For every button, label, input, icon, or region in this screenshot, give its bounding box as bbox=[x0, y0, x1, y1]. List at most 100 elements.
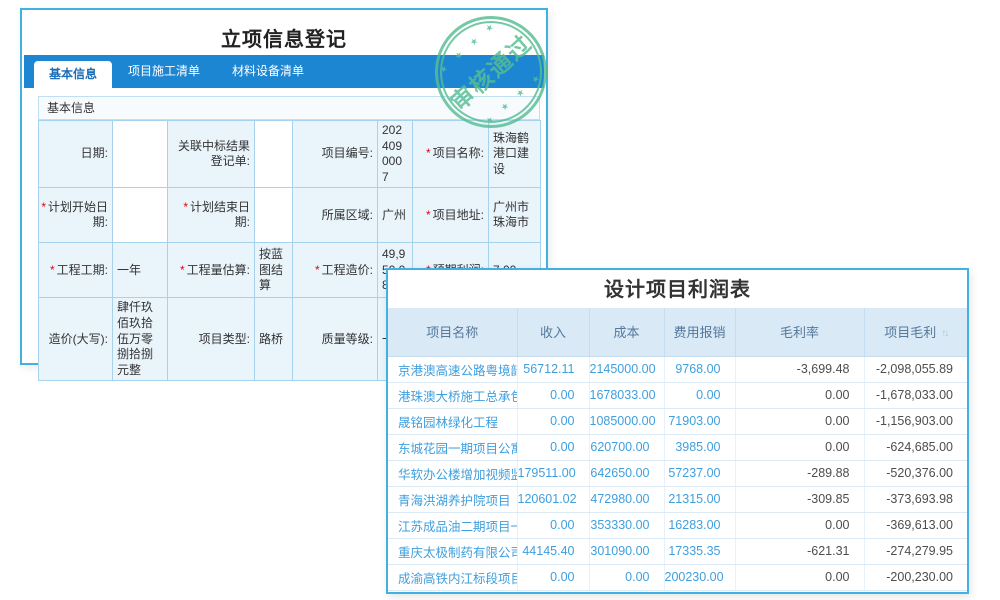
income-cell[interactable]: 0.00 bbox=[517, 382, 589, 408]
project-name-link[interactable]: 华软办公楼增加视频监控项 bbox=[388, 460, 517, 486]
table-row: 晟铭园林绿化工程 0.00 1085000.00 71903.00 0.00 -… bbox=[388, 408, 967, 434]
required-marker: * bbox=[315, 263, 320, 277]
table-row: 港珠澳大桥施工总承包项目 0.00 1678033.00 0.00 0.00 -… bbox=[388, 382, 967, 408]
project-number-value[interactable]: 2024090007 bbox=[378, 121, 413, 188]
table-row: 重庆太极制药有限公司亳州 44145.40 301090.00 17335.35… bbox=[388, 538, 967, 564]
project-name-link[interactable]: 重庆太极制药有限公司亳州 bbox=[388, 538, 517, 564]
margin-cell: -309.85 bbox=[735, 486, 864, 512]
cost-cell[interactable]: 301090.00 bbox=[589, 538, 664, 564]
profit-table-window: 设计项目利润表 项目名称 收入 成本 费用报销 毛利率 项目毛利↑↓ 京港澳高速… bbox=[386, 268, 969, 594]
project-name-link[interactable]: 港珠澳大桥施工总承包项目 bbox=[388, 382, 517, 408]
required-marker: * bbox=[426, 146, 431, 160]
column-header-cost: 成本 bbox=[589, 308, 664, 356]
cost-cell[interactable]: 353330.00 bbox=[589, 512, 664, 538]
registration-tabbar: 基本信息 项目施工清单 材料设备清单 bbox=[24, 55, 544, 88]
expense-cell[interactable]: 200230.00 bbox=[664, 564, 735, 590]
cost-cell[interactable]: 620700.00 bbox=[589, 434, 664, 460]
margin-cell: -3,699.48 bbox=[735, 356, 864, 382]
project-name-link[interactable]: 晟铭园林绿化工程 bbox=[388, 408, 517, 434]
table-row: 江苏成品油二期项目一标段 0.00 353330.00 16283.00 0.0… bbox=[388, 512, 967, 538]
project-name-link[interactable]: 江苏成品油二期项目一标段 bbox=[388, 512, 517, 538]
field-label-quality-grade: 质量等级: bbox=[293, 298, 378, 381]
field-label-linked-bid-result: 关联中标结果登记单: bbox=[168, 121, 255, 188]
expense-cell[interactable]: 21315.00 bbox=[664, 486, 735, 512]
tab-materials-equipment-list[interactable]: 材料设备清单 bbox=[216, 55, 320, 88]
expense-cell[interactable]: 16283.00 bbox=[664, 512, 735, 538]
column-header-project-name: 项目名称 bbox=[388, 308, 517, 356]
project-name-link[interactable]: 东城花园一期项目公寓大堂 bbox=[388, 434, 517, 460]
cost-in-words-value[interactable]: 肆仟玖佰玖拾伍万零捌拾捌元整 bbox=[113, 298, 168, 381]
cost-cell[interactable]: 1085000.00 bbox=[589, 408, 664, 434]
field-label-project-address: *项目地址: bbox=[413, 188, 489, 243]
gross-profit-cell: -1,156,903.00 bbox=[864, 408, 967, 434]
project-name-link[interactable]: 成渝高铁内江标段项目 bbox=[388, 564, 517, 590]
registration-window-title: 立项信息登记 bbox=[22, 23, 546, 52]
income-cell[interactable]: 0.00 bbox=[517, 434, 589, 460]
form-row: *计划开始日期: *计划结束日期: 所属区域: 广州 *项目地址: 广州市珠海市 bbox=[39, 188, 541, 243]
expense-cell[interactable]: 17335.35 bbox=[664, 538, 735, 564]
gross-profit-cell: -520,376.00 bbox=[864, 460, 967, 486]
income-cell[interactable]: 44145.40 bbox=[517, 538, 589, 564]
required-marker: * bbox=[50, 263, 55, 277]
section-header-basic-info: 基本信息 bbox=[38, 96, 540, 120]
required-marker: * bbox=[41, 200, 46, 214]
project-name-value[interactable]: 珠海鹤港口建设 bbox=[489, 121, 541, 188]
form-row: 日期: 关联中标结果登记单: 项目编号: 2024090007 *项目名称: 珠… bbox=[39, 121, 541, 188]
field-label-project-number: 项目编号: bbox=[293, 121, 378, 188]
cost-cell[interactable]: 1678033.00 bbox=[589, 382, 664, 408]
required-marker: * bbox=[180, 263, 185, 277]
sort-icon[interactable]: ↑↓ bbox=[941, 328, 947, 339]
planned-start-date-input[interactable] bbox=[113, 188, 168, 243]
column-header-margin: 毛利率 bbox=[735, 308, 864, 356]
margin-cell: 0.00 bbox=[735, 512, 864, 538]
tab-basic-info[interactable]: 基本信息 bbox=[34, 61, 112, 88]
margin-cell: -621.31 bbox=[735, 538, 864, 564]
project-address-value[interactable]: 广州市珠海市 bbox=[489, 188, 541, 243]
table-row: 华软办公楼增加视频监控项 179511.00 642650.00 57237.0… bbox=[388, 460, 967, 486]
planned-end-date-input[interactable] bbox=[255, 188, 293, 243]
table-row: 东城花园一期项目公寓大堂 0.00 620700.00 3985.00 0.00… bbox=[388, 434, 967, 460]
tab-construction-list[interactable]: 项目施工清单 bbox=[112, 55, 216, 88]
profit-table-header-row: 项目名称 收入 成本 费用报销 毛利率 项目毛利↑↓ bbox=[388, 308, 967, 356]
project-name-link[interactable]: 京港澳高速公路粤境韶关至 bbox=[388, 356, 517, 382]
gross-profit-cell: -369,613.00 bbox=[864, 512, 967, 538]
income-cell[interactable]: 0.00 bbox=[517, 408, 589, 434]
income-cell[interactable]: 0.00 bbox=[517, 512, 589, 538]
region-value[interactable]: 广州 bbox=[378, 188, 413, 243]
required-marker: * bbox=[426, 208, 431, 222]
expense-cell[interactable]: 57237.00 bbox=[664, 460, 735, 486]
income-cell[interactable]: 120601.02 bbox=[517, 486, 589, 512]
expense-cell[interactable]: 9768.00 bbox=[664, 356, 735, 382]
profit-table-title: 设计项目利润表 bbox=[388, 270, 967, 308]
project-name-link[interactable]: 青海洪湖养护院项目 bbox=[388, 486, 517, 512]
field-label-planned-end-date: *计划结束日期: bbox=[168, 188, 255, 243]
income-cell[interactable]: 0.00 bbox=[517, 564, 589, 590]
gross-profit-cell: -624,685.00 bbox=[864, 434, 967, 460]
income-cell[interactable]: 56712.11 bbox=[517, 356, 589, 382]
cost-cell[interactable]: 642650.00 bbox=[589, 460, 664, 486]
cost-cell[interactable]: 472980.00 bbox=[589, 486, 664, 512]
project-type-value[interactable]: 路桥 bbox=[255, 298, 293, 381]
field-label-project-name: *项目名称: bbox=[413, 121, 489, 188]
field-label-date: 日期: bbox=[39, 121, 113, 188]
expense-cell[interactable]: 71903.00 bbox=[664, 408, 735, 434]
field-label-quantity-estimate: *工程量估算: bbox=[168, 243, 255, 298]
margin-cell: 0.00 bbox=[735, 564, 864, 590]
expense-cell[interactable]: 3985.00 bbox=[664, 434, 735, 460]
date-input[interactable] bbox=[113, 121, 168, 188]
cost-cell[interactable]: 0.00 bbox=[589, 564, 664, 590]
cost-cell[interactable]: 2145000.00 bbox=[589, 356, 664, 382]
column-header-gross-profit[interactable]: 项目毛利↑↓ bbox=[864, 308, 967, 356]
expense-cell[interactable]: 0.00 bbox=[664, 382, 735, 408]
project-duration-value[interactable]: 一年 bbox=[113, 243, 168, 298]
quantity-estimate-value[interactable]: 按蓝图结算 bbox=[255, 243, 293, 298]
margin-cell: 0.00 bbox=[735, 382, 864, 408]
required-marker: * bbox=[183, 200, 188, 214]
profit-table: 项目名称 收入 成本 费用报销 毛利率 项目毛利↑↓ 京港澳高速公路粤境韶关至 … bbox=[388, 308, 967, 591]
column-header-income: 收入 bbox=[517, 308, 589, 356]
gross-profit-cell: -1,678,033.00 bbox=[864, 382, 967, 408]
margin-cell: 0.00 bbox=[735, 408, 864, 434]
linked-bid-result-input[interactable] bbox=[255, 121, 293, 188]
field-label-planned-start-date: *计划开始日期: bbox=[39, 188, 113, 243]
income-cell[interactable]: 179511.00 bbox=[517, 460, 589, 486]
